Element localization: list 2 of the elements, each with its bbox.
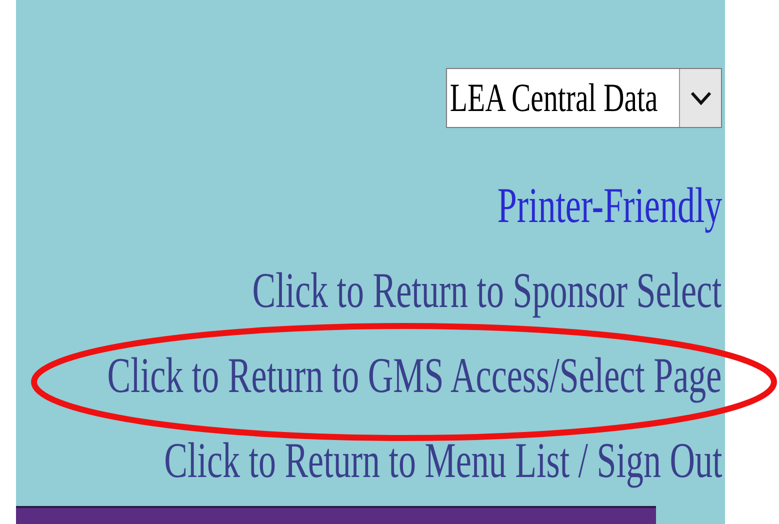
sponsor-dropdown[interactable]: LEA Central Data [446, 68, 722, 128]
chevron-down-icon [679, 69, 721, 127]
